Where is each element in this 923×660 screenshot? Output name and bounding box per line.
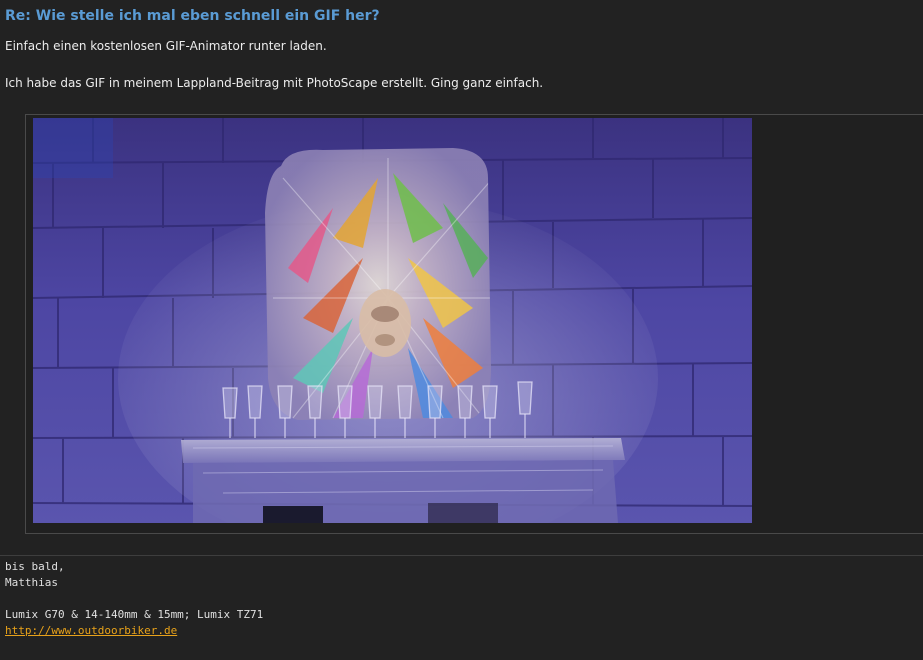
forum-post: Re: Wie stelle ich mal eben schnell ein … bbox=[0, 0, 923, 660]
signature-divider bbox=[0, 555, 923, 556]
post-body-line: Ich habe das GIF in meinem Lappland-Beit… bbox=[5, 76, 544, 90]
ice-sculpture-photo[interactable] bbox=[33, 118, 752, 523]
signature-name: Matthias bbox=[5, 576, 58, 589]
post-title[interactable]: Re: Wie stelle ich mal eben schnell ein … bbox=[5, 8, 380, 24]
attachment-frame bbox=[25, 114, 923, 534]
signature-gear: Lumix G70 & 14-140mm & 15mm; Lumix TZ71 bbox=[5, 608, 264, 621]
signature-greeting: bis bald, bbox=[5, 560, 65, 573]
photo-graphic bbox=[33, 118, 752, 523]
signature-website-link[interactable]: http://www.outdoorbiker.de bbox=[5, 624, 177, 637]
post-body-line: Einfach einen kostenlosen GIF-Animator r… bbox=[5, 39, 327, 53]
